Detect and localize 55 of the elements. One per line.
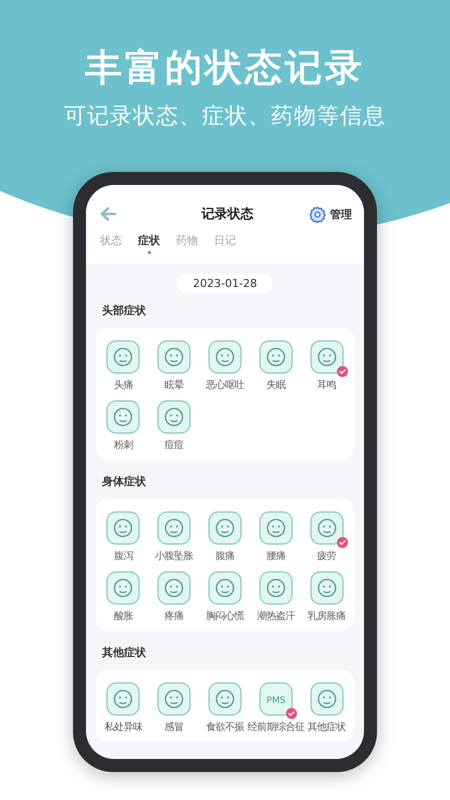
check-badge-icon [286,708,297,719]
symptom-button[interactable]: 头痛 [98,340,149,392]
symptom-icon [157,340,192,374]
symptom-icon [208,682,242,716]
symptom-icon [310,511,344,545]
manage-button[interactable]: 管理 [309,206,352,222]
symptom-button[interactable]: 酸胀 [98,571,149,623]
check-badge-icon [336,537,348,548]
symptom-button[interactable]: 腰痛 [250,511,302,563]
symptom-button[interactable]: 胸闷心慌 [200,571,250,623]
back-arrow-icon[interactable] [100,207,116,221]
symptom-icon [106,571,140,605]
subheadline: 可记录状态、症状、药物等信息 [64,103,386,131]
headline: 丰富的状态记录 [85,45,365,91]
settings-icon [309,206,326,222]
symptom-icon [106,340,140,374]
symptom-button[interactable]: 潮热盗汗 [250,571,302,623]
symptom-button[interactable]: 眩晕 [148,340,200,392]
section-title: 头部症状 [102,303,147,318]
symptom-button[interactable]: 感冒 [148,682,200,734]
symptom-icon [157,400,192,434]
screen-title: 记录状态 [202,206,254,223]
symptom-icon [208,340,242,374]
section-title: 其他症状 [102,645,147,660]
date-pill[interactable]: 2023-01-28 [177,274,273,293]
symptom-icon [208,571,242,605]
symptom-icon [106,682,140,716]
symptom-icon [157,571,192,605]
symptom-button[interactable]: 粉刺 [98,400,149,452]
symptom-icon [106,511,140,545]
symptom-button[interactable]: 乳房胀痛 [301,571,352,623]
symptom-button[interactable]: 痘痘 [148,400,200,452]
symptom-button[interactable]: 耳鸣 [301,340,352,392]
section-title: 身体症状 [102,474,147,489]
symptom-icon [258,571,293,605]
symptom-button[interactable]: 腹痛 [200,511,250,563]
symptom-icon [106,400,140,434]
symptom-icon [258,340,293,374]
check-badge-icon [336,366,348,377]
symptom-button[interactable]: 腹泻 [98,511,149,563]
tab[interactable]: 症状 [138,233,160,254]
symptom-icon [310,340,344,374]
symptom-icon: PMS [258,682,293,716]
symptom-button[interactable]: 恶心呕吐 [200,340,250,392]
symptom-icon [310,682,344,716]
symptom-icon [157,511,192,545]
symptom-button[interactable]: 失眠 [250,340,302,392]
symptom-button[interactable]: 小腹坠胀 [148,511,200,563]
symptom-button[interactable]: 私处异味 [98,682,149,734]
symptom-icon [208,511,242,545]
symptom-icon [157,682,192,716]
symptom-button[interactable]: 疲劳 [301,511,352,563]
symptom-icon [258,511,293,545]
symptom-icon [310,571,344,605]
symptom-button[interactable]: 疼痛 [148,571,200,623]
